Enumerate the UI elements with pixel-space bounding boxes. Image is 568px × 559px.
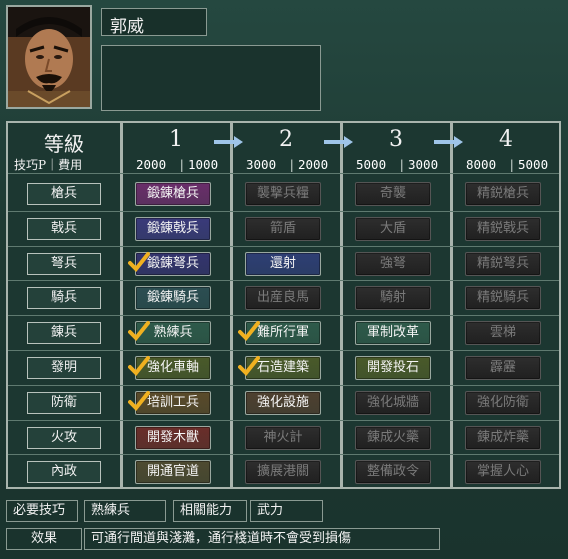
effect-value: 可通行間道與淺灘，通行棧道時不會受到損傷 — [84, 528, 440, 550]
points-cost-header-label: 技巧P｜費用 — [14, 158, 83, 172]
skill-button[interactable]: 騎射 — [355, 286, 431, 311]
learned-check-icon — [238, 356, 260, 376]
skill-button[interactable]: 軍制改革 — [355, 321, 431, 346]
row-divider — [8, 384, 559, 386]
officer-description-box — [101, 45, 321, 111]
skill-button[interactable]: 開發投石 — [355, 356, 431, 380]
skill-button[interactable]: 強化城牆 — [355, 390, 431, 415]
row-divider — [8, 245, 559, 247]
skill-button[interactable]: 襲撃兵糧 — [245, 182, 321, 206]
row-divider — [8, 315, 559, 317]
required-skill-label: 必要技巧 — [6, 500, 78, 522]
level-2-cost: 2000 — [298, 157, 329, 172]
skill-button[interactable]: 箭盾 — [245, 216, 321, 241]
learned-check-icon — [128, 321, 150, 342]
officer-name: 郭威 — [101, 8, 207, 37]
level-1-number: 1 — [169, 127, 183, 152]
skill-button[interactable]: 掌握人心 — [465, 460, 541, 485]
level-2-number: 2 — [279, 127, 293, 152]
skill-button[interactable]: 霹靂 — [465, 356, 541, 380]
category-label: 騎兵 — [27, 287, 101, 310]
cost-divider: | — [508, 157, 516, 172]
skill-button[interactable]: 錬成火藥 — [355, 425, 431, 450]
skill-button[interactable]: 大盾 — [355, 216, 431, 241]
level-arrow-icon — [324, 136, 353, 148]
skill-button[interactable]: 還射 — [245, 251, 321, 276]
cost-divider: | — [288, 157, 296, 172]
skill-button[interactable]: 精鋭戟兵 — [465, 216, 541, 241]
row-divider — [8, 454, 559, 456]
skill-button[interactable]: 鍛錬戟兵 — [135, 216, 211, 241]
cost-divider: | — [178, 157, 186, 172]
skill-button[interactable]: 擴展港關 — [245, 460, 321, 485]
header-divider — [8, 173, 559, 174]
row-divider — [8, 419, 559, 421]
level-3-number: 3 — [389, 127, 403, 152]
related-ability-label: 相關能力 — [173, 500, 247, 522]
category-label: 槍兵 — [27, 183, 101, 205]
skill-button[interactable]: 整備政令 — [355, 460, 431, 485]
officer-face-image — [8, 7, 90, 107]
skill-button[interactable]: 鍛錬槍兵 — [135, 182, 211, 206]
skill-button[interactable]: 精鋭騎兵 — [465, 286, 541, 311]
category-label: 內政 — [27, 461, 101, 484]
skill-button[interactable]: 開發木獸 — [135, 425, 211, 450]
column-divider — [230, 123, 233, 487]
category-label: 防衛 — [27, 391, 101, 414]
learned-check-icon — [128, 390, 150, 411]
skill-button[interactable]: 開通官道 — [135, 460, 211, 485]
row-divider — [8, 350, 559, 351]
skill-button[interactable]: 雲梯 — [465, 321, 541, 346]
level-arrow-icon — [434, 136, 463, 148]
column-divider — [340, 123, 343, 487]
skill-button[interactable]: 精鋭弩兵 — [465, 251, 541, 276]
column-divider — [120, 123, 123, 487]
skill-button[interactable]: 鍛錬騎兵 — [135, 286, 211, 311]
technique-grid: 等級 技巧P｜費用 1 2 3 4 2000 | 1000 3000 | 200… — [6, 121, 561, 489]
skill-button[interactable]: 強化防衛 — [465, 390, 541, 415]
tech-tree-screen: 郭威 等級 技巧P｜費用 1 2 3 4 2000 | 1000 3000 | … — [0, 0, 568, 559]
skill-button[interactable]: 錬成炸藥 — [465, 425, 541, 450]
skill-button[interactable]: 出産良馬 — [245, 286, 321, 311]
category-label: 發明 — [27, 357, 101, 379]
category-label: 火攻 — [27, 426, 101, 449]
level-3-cost: 3000 — [408, 157, 439, 172]
level-header-label: 等級 — [44, 132, 84, 156]
category-label: 錬兵 — [27, 322, 101, 345]
row-divider — [8, 280, 559, 282]
skill-button[interactable]: 精鋭槍兵 — [465, 182, 541, 206]
column-divider — [450, 123, 453, 487]
level-2-points: 3000 — [246, 157, 277, 172]
level-arrow-icon — [214, 136, 243, 148]
skill-button[interactable]: 奇襲 — [355, 182, 431, 206]
level-4-cost: 5000 — [518, 157, 549, 172]
learned-check-icon — [238, 321, 260, 342]
row-divider — [8, 210, 559, 212]
level-4-number: 4 — [499, 127, 513, 152]
level-1-points: 2000 — [136, 157, 167, 172]
effect-label: 效果 — [6, 528, 82, 550]
skill-button[interactable]: 強化設施 — [245, 390, 321, 415]
skill-button[interactable]: 強弩 — [355, 251, 431, 276]
category-label: 弩兵 — [27, 252, 101, 275]
category-label: 戟兵 — [27, 217, 101, 240]
required-skill-value: 熟練兵 — [84, 500, 166, 522]
level-3-points: 5000 — [356, 157, 387, 172]
cost-divider: | — [398, 157, 406, 172]
level-4-points: 8000 — [466, 157, 497, 172]
learned-check-icon — [128, 356, 150, 376]
learned-check-icon — [128, 251, 150, 272]
officer-portrait — [6, 5, 92, 109]
related-ability-value: 武力 — [250, 500, 323, 522]
skill-button[interactable]: 神火計 — [245, 425, 321, 450]
level-1-cost: 1000 — [188, 157, 219, 172]
